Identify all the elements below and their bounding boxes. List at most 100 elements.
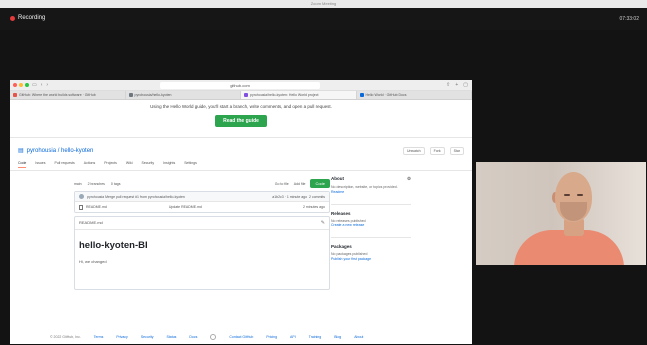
banner-text: Using the Hello World guide, you'll star… [150, 104, 332, 109]
forward-icon[interactable]: › [46, 82, 48, 88]
tab-pull-requests[interactable]: Pull requests [55, 161, 75, 168]
branch-select[interactable]: main [74, 182, 82, 186]
latest-commit-row: pyrohousia Merge pull request #1 from py… [75, 192, 329, 202]
releases-title[interactable]: Releases [331, 211, 411, 216]
browser-tab[interactable]: pyrohousia/hello-kyoten [126, 91, 241, 99]
tab-actions[interactable]: Actions [84, 161, 95, 168]
file-toolbar: main 2 branches 0 tags Go to file Add fi… [74, 179, 330, 188]
file-time: 2 minutes ago [303, 205, 325, 209]
share-icon[interactable]: ⇧ [446, 82, 450, 88]
readme-heading: hello-kyoten-BI [79, 240, 148, 251]
zoom-top-area [0, 8, 647, 30]
file-name[interactable]: README.md [86, 205, 107, 209]
browser-actions: ⇧ + ▢ [446, 82, 468, 88]
address-bar[interactable]: github.com [160, 82, 320, 89]
publish-package-link[interactable]: Publish your first package [331, 257, 411, 262]
read-guide-button[interactable]: Read the guide [215, 115, 267, 127]
repo-header: ▤ pyrohousia / hello-kyoten Unwatch Fork… [10, 138, 472, 171]
footer-link-about[interactable]: About [354, 335, 363, 339]
close-icon[interactable] [13, 83, 17, 87]
recording-indicator[interactable]: Recording [10, 15, 45, 21]
shared-browser-window: ▭ ‹ › github.com ⇧ + ▢ GitHub: Where the… [10, 80, 472, 344]
favicon-icon [359, 93, 364, 97]
footer-link-docs[interactable]: Docs [189, 335, 197, 339]
fork-button[interactable]: Fork [429, 147, 445, 155]
hello-world-banner: Using the Hello World guide, you'll star… [10, 100, 472, 138]
footer-link-terms[interactable]: Terms [94, 335, 104, 339]
record-dot-icon [10, 15, 15, 21]
tab-code[interactable]: Code [18, 161, 27, 168]
tab-label: GitHub: Where the world builds software … [19, 93, 96, 97]
footer-link-privacy[interactable]: Privacy [116, 335, 127, 339]
footer-link-status[interactable]: Status [166, 335, 176, 339]
tab-settings[interactable]: Settings [184, 161, 197, 168]
tabs-overview-icon[interactable]: ▢ [463, 82, 468, 88]
person-eye [577, 194, 583, 196]
packages-title[interactable]: Packages [331, 244, 411, 249]
readme-text: Hi, we changed [79, 259, 107, 264]
repo-actions: Unwatch Fork Star [402, 147, 464, 155]
file-commit-message[interactable]: Update README.md [169, 205, 202, 209]
unwatch-button[interactable]: Unwatch [402, 147, 425, 155]
footer-link-api[interactable]: API [290, 335, 296, 339]
create-release-link[interactable]: Create a new release [331, 223, 411, 228]
window-title: Zoom Meeting [310, 1, 337, 6]
new-tab-icon[interactable]: + [455, 82, 458, 88]
file-icon [79, 204, 83, 210]
favicon-icon [244, 93, 248, 97]
releases-section: Releases No releases published Create a … [331, 203, 411, 229]
code-button[interactable]: Code [310, 179, 330, 188]
file-actions: Go to file Add file Code [275, 179, 330, 188]
readme-label: README.md [79, 220, 103, 225]
back-icon[interactable]: ‹ [41, 82, 43, 88]
tab-issues[interactable]: Issues [35, 161, 45, 168]
footer-link-training[interactable]: Training [309, 335, 322, 339]
go-to-file-button[interactable]: Go to file [275, 182, 289, 186]
readme-link[interactable]: Readme [331, 190, 411, 195]
tab-security[interactable]: Security [141, 161, 154, 168]
commit-message[interactable]: Merge pull request #1 from pyrohousia/he… [105, 195, 185, 199]
tab-wiki[interactable]: Wiki [126, 161, 133, 168]
file-list: pyrohousia Merge pull request #1 from py… [74, 191, 330, 213]
commit-author[interactable]: pyrohousia [87, 195, 104, 199]
about-sidebar: About ⚙ No description, website, or topi… [331, 176, 411, 262]
footer-copyright: © 2022 GitHub, Inc. [50, 335, 81, 339]
branch-info: main 2 branches 0 tags [74, 182, 120, 186]
browser-tab[interactable]: Hello World · GitHub Docs [357, 91, 472, 99]
footer-link-pricing[interactable]: Pricing [266, 335, 277, 339]
github-logo-icon [210, 334, 217, 340]
participant-video[interactable] [476, 162, 646, 265]
commit-meta[interactable]: a1b2c3 · 1 minute ago [272, 195, 307, 199]
gear-icon[interactable]: ⚙ [407, 176, 411, 182]
packages-section: Packages No packages published Publish y… [331, 237, 411, 262]
person-eye [564, 194, 570, 196]
repo-icon: ▤ [18, 148, 24, 154]
edit-pencil-icon[interactable]: ✎ [321, 220, 325, 226]
browser-tab-active[interactable]: pyrohousia/hello-kyoten: Hello World pro… [241, 91, 357, 99]
branches-link[interactable]: 2 branches [88, 182, 105, 186]
repo-name[interactable]: pyrohousia / hello-kyoten [27, 148, 94, 154]
minimize-icon[interactable] [19, 83, 23, 87]
recording-label: Recording [18, 15, 46, 21]
readme-header: README.md ✎ [75, 217, 329, 230]
commit-count[interactable]: 2 commits [309, 195, 325, 199]
maximize-icon[interactable] [25, 83, 29, 87]
nav-buttons: ▭ ‹ › [32, 82, 48, 88]
browser-tab[interactable]: GitHub: Where the world builds software … [10, 91, 126, 99]
favicon-icon [13, 93, 17, 97]
table-row[interactable]: README.md Update README.md 2 minutes ago [75, 202, 329, 212]
footer-link-blog[interactable]: Blog [334, 335, 341, 339]
avatar [79, 194, 84, 199]
browser-toolbar: ▭ ‹ › github.com ⇧ + ▢ [10, 80, 472, 91]
add-file-button[interactable]: Add file [294, 182, 306, 186]
about-heading: About ⚙ [331, 176, 411, 182]
star-button[interactable]: Star [449, 147, 464, 155]
footer-link-security[interactable]: Security [141, 335, 154, 339]
clock: 07:33:02 [619, 16, 639, 22]
repo-title[interactable]: ▤ pyrohousia / hello-kyoten [18, 147, 464, 155]
tags-link[interactable]: 0 tags [111, 182, 121, 186]
footer-link-contact[interactable]: Contact GitHub [229, 335, 253, 339]
tab-projects[interactable]: Projects [104, 161, 117, 168]
tab-insights[interactable]: Insights [163, 161, 175, 168]
sidebar-icon[interactable]: ▭ [32, 82, 37, 88]
